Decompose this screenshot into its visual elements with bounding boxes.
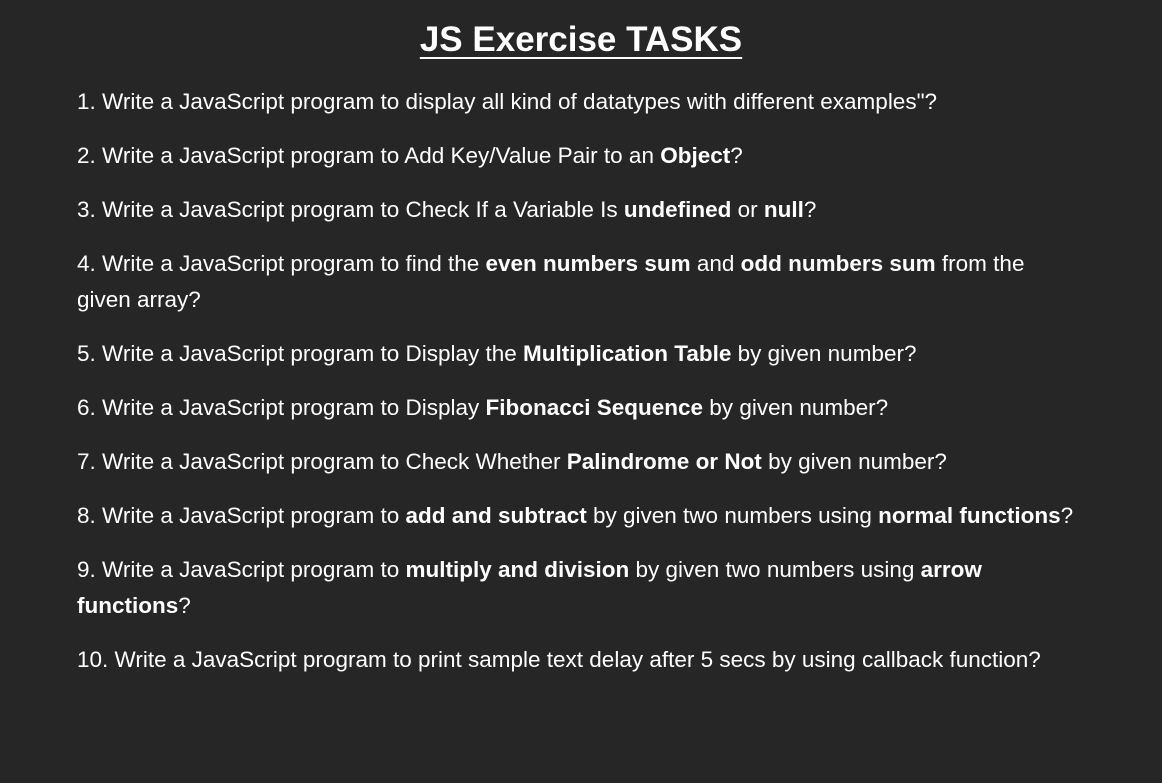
task-text-bold: undefined [623, 197, 732, 222]
task-text: 3. Write a JavaScript program to Check I… [77, 197, 624, 222]
task-text: ? [1060, 503, 1074, 528]
task-text-bold: multiply and division [405, 557, 630, 582]
page-title-text: JS Exercise TASKS [419, 20, 743, 59]
task-item: 10. Write a JavaScript program to print … [77, 642, 1077, 678]
task-text: 5. Write a JavaScript program to Display… [77, 341, 524, 366]
task-text: by given two numbers using [586, 503, 879, 528]
task-item: 8. Write a JavaScript program to add and… [77, 498, 1077, 534]
task-item: 3. Write a JavaScript program to Check I… [77, 192, 1077, 228]
task-item: 6. Write a JavaScript program to Display… [77, 390, 1077, 426]
task-item: 4. Write a JavaScript program to find th… [77, 246, 1077, 318]
task-text: or [731, 197, 764, 222]
task-text-bold: Fibonacci Sequence [485, 395, 704, 420]
task-text: by given two numbers using [629, 557, 921, 582]
task-text-bold: Palindrome or Not [566, 449, 762, 474]
task-text: 1. Write a JavaScript program to display… [77, 89, 938, 114]
task-text: 8. Write a JavaScript program to [77, 503, 406, 528]
task-item: 9. Write a JavaScript program to multipl… [77, 552, 1077, 624]
task-text: by given number? [761, 449, 947, 474]
task-text-bold: Multiplication Table [523, 341, 732, 366]
task-text: ? [803, 197, 817, 222]
task-item: 7. Write a JavaScript program to Check W… [77, 444, 1077, 480]
task-text: 4. Write a JavaScript program to find th… [77, 251, 486, 276]
task-item: 5. Write a JavaScript program to Display… [77, 336, 1077, 372]
task-text-bold: add and subtract [405, 503, 587, 528]
task-list: 1. Write a JavaScript program to display… [77, 84, 1077, 696]
task-text: 9. Write a JavaScript program to [77, 557, 406, 582]
task-text-bold: Object [660, 143, 731, 168]
task-text-bold: normal functions [878, 503, 1061, 528]
task-text: by given number? [703, 395, 889, 420]
task-item: 1. Write a JavaScript program to display… [77, 84, 1077, 120]
task-text: 7. Write a JavaScript program to Check W… [77, 449, 567, 474]
page-title: JS Exercise TASKS [0, 18, 1162, 62]
task-text: by given number? [731, 341, 917, 366]
task-text: 10. Write a JavaScript program to print … [77, 647, 1041, 672]
task-text: 6. Write a JavaScript program to Display [77, 395, 486, 420]
task-item: 2. Write a JavaScript program to Add Key… [77, 138, 1077, 174]
task-text-bold: even numbers sum [485, 251, 691, 276]
task-text-bold: null [763, 197, 804, 222]
task-text-bold: odd numbers sum [740, 251, 936, 276]
document-page: JS Exercise TASKS 1. Write a JavaScript … [0, 0, 1162, 783]
task-text: and [690, 251, 741, 276]
task-text: 2. Write a JavaScript program to Add Key… [77, 143, 661, 168]
task-text: ? [730, 143, 743, 168]
task-text: ? [178, 593, 191, 618]
